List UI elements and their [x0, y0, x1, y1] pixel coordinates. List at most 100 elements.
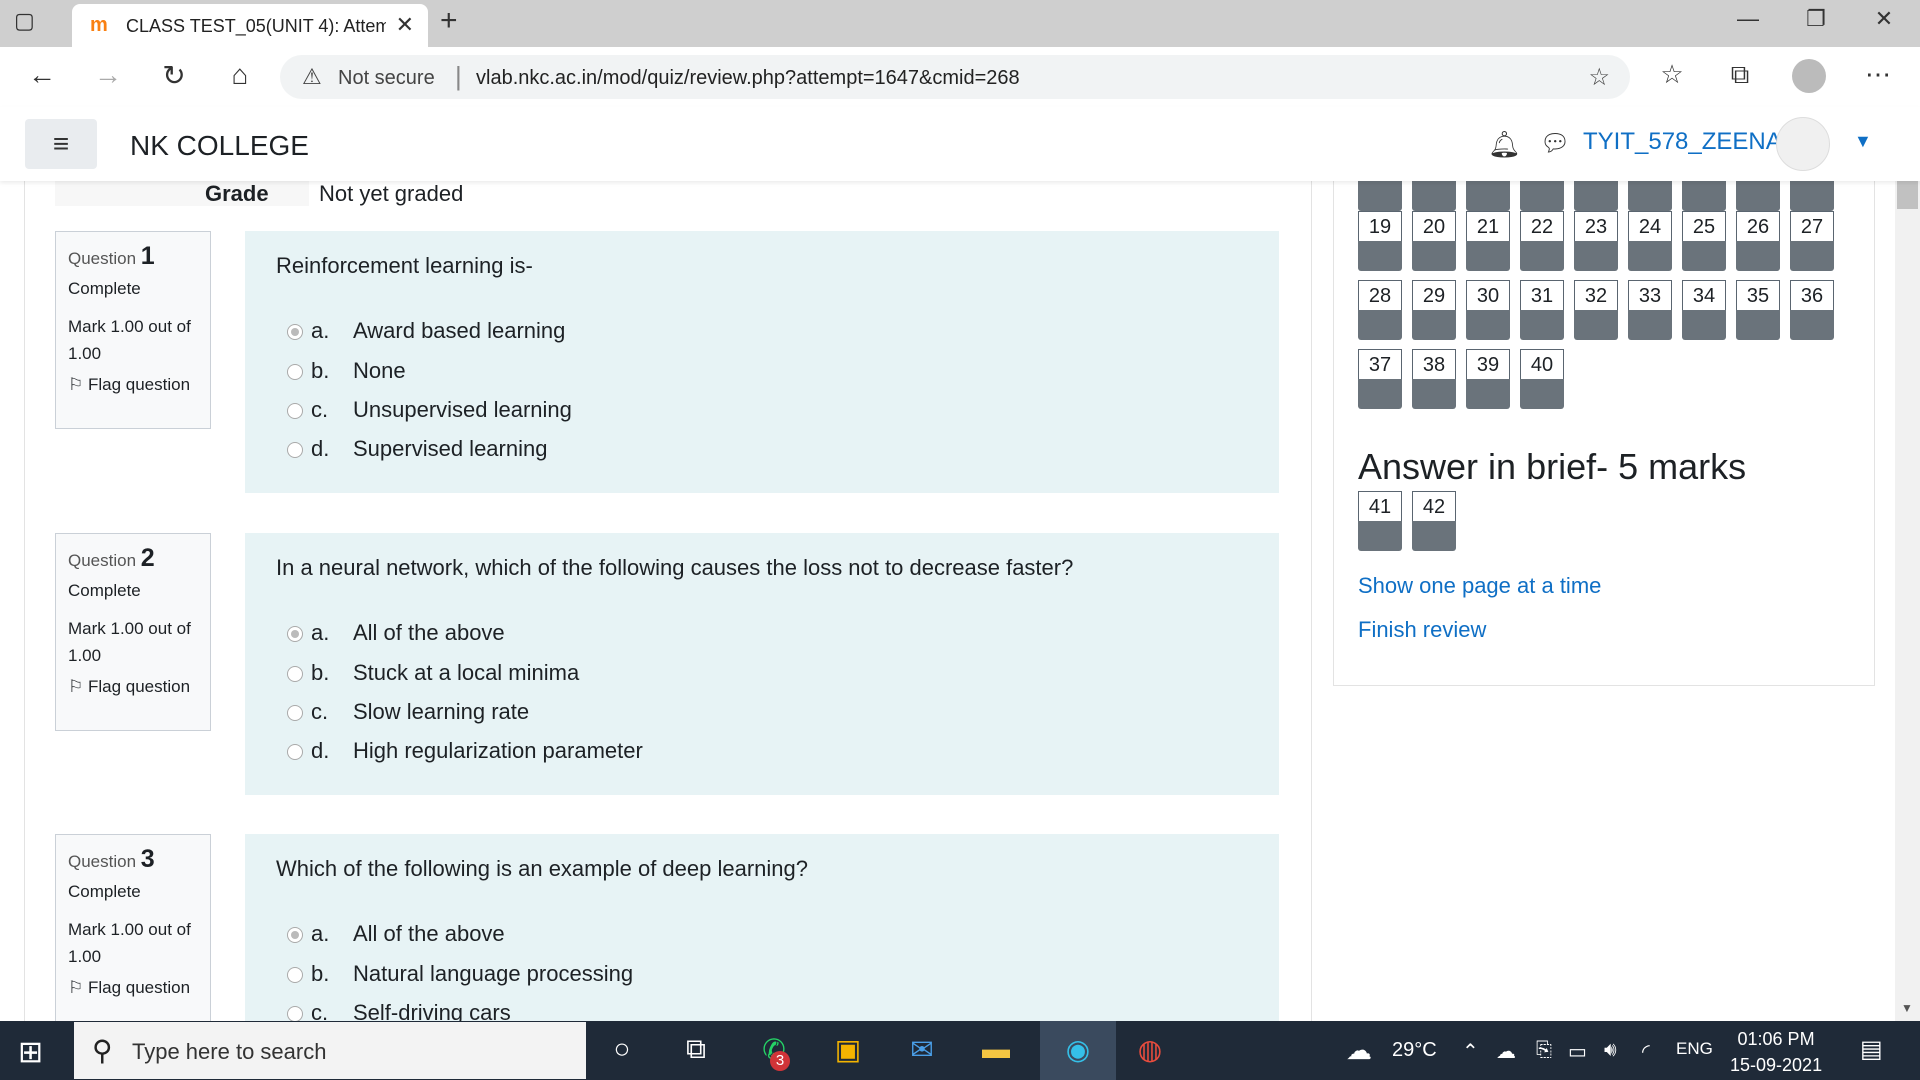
radio-button[interactable] [287, 744, 303, 760]
quiz-nav-button[interactable]: 22 [1520, 211, 1564, 271]
finish-review-link[interactable]: Finish review [1358, 617, 1486, 643]
browser-tab[interactable]: m CLASS TEST_05(UNIT 4): Attempt ✕ [72, 4, 428, 47]
home-icon[interactable]: ⌂ [220, 59, 260, 91]
meet-now-icon[interactable]: ⎘ [1536, 1039, 1552, 1062]
quiz-nav-button[interactable]: 38 [1412, 349, 1456, 409]
quiz-nav-button[interactable]: 34 [1682, 280, 1726, 340]
quiz-nav-button[interactable]: 25 [1682, 211, 1726, 271]
menu-icon[interactable]: ≡ [25, 119, 97, 169]
temperature[interactable]: 29°C [1392, 1039, 1437, 1062]
question-content: In a neural network, which of the follow… [245, 533, 1279, 795]
tab-actions-icon[interactable]: ▢ [14, 8, 35, 34]
question-status: Complete [68, 581, 141, 600]
more-icon[interactable]: ⋯ [1858, 59, 1898, 90]
radio-button[interactable] [287, 967, 303, 983]
question-info: Question 1 Complete Mark 1.00 out of 1.00… [55, 231, 211, 429]
chrome-icon[interactable]: ◍ [1122, 1033, 1178, 1066]
question-text: In a neural network, which of the follow… [276, 555, 1074, 580]
radio-button[interactable] [287, 364, 303, 380]
radio-button[interactable] [287, 1006, 303, 1021]
clock[interactable]: 01:06 PM 15-09-2021 [1730, 1026, 1822, 1078]
radio-button[interactable] [287, 403, 303, 419]
user-avatar[interactable] [1776, 117, 1830, 171]
question-text: Which of the following is an example of … [276, 856, 808, 881]
site-name[interactable]: NK COLLEGE [130, 130, 309, 162]
close-tab-icon[interactable]: ✕ [396, 12, 414, 38]
cortana-icon[interactable]: ○ [594, 1033, 650, 1065]
radio-button[interactable] [287, 442, 303, 458]
quiz-nav-button[interactable]: 26 [1736, 211, 1780, 271]
weather-icon[interactable]: ☁ [1346, 1035, 1372, 1066]
security-label: Not secure [338, 67, 435, 89]
profile-avatar[interactable] [1792, 59, 1826, 93]
restore-icon[interactable]: ❐ [1796, 6, 1836, 32]
mail-icon[interactable]: ✉ [894, 1033, 950, 1066]
forward-icon[interactable]: → [88, 59, 128, 91]
refresh-icon[interactable]: ↻ [154, 59, 194, 92]
show-one-page-link[interactable]: Show one page at a time [1358, 573, 1601, 599]
quiz-nav-button[interactable]: 23 [1574, 211, 1618, 271]
scroll-down-icon[interactable]: ▼ [1901, 1001, 1913, 1015]
radio-button[interactable] [287, 927, 303, 943]
tab-title: CLASS TEST_05(UNIT 4): Attempt [126, 16, 386, 36]
windows-taskbar: ⊞ ⚲ Type here to search ○ ⧉ ✆ 3 ▣ ✉ ▬ ◉ … [0, 1021, 1920, 1080]
wifi-icon[interactable]: ◜ [1642, 1039, 1650, 1064]
edge-icon[interactable]: ◉ [1050, 1033, 1106, 1066]
quiz-nav-button[interactable]: 29 [1412, 280, 1456, 340]
quiz-nav-button[interactable]: 42 [1412, 491, 1456, 551]
page-scrollbar[interactable]: ▲ ▼ [1895, 107, 1920, 1021]
chevron-up-icon[interactable]: ⌃ [1462, 1039, 1479, 1064]
quiz-nav-button[interactable]: 39 [1466, 349, 1510, 409]
quiz-nav-button[interactable]: 36 [1790, 280, 1834, 340]
flag-question-button[interactable]: ⚐ Flag question [68, 375, 210, 395]
radio-button[interactable] [287, 666, 303, 682]
quiz-nav-button[interactable]: 24 [1628, 211, 1672, 271]
file-explorer-icon[interactable]: ▬ [968, 1033, 1024, 1065]
quiz-nav-button[interactable]: 41 [1358, 491, 1402, 551]
search-placeholder: Type here to search [132, 1039, 327, 1064]
flag-question-button[interactable]: ⚐ Flag question [68, 978, 210, 998]
store-icon[interactable]: ▣ [820, 1033, 876, 1066]
quiz-nav-button[interactable]: 32 [1574, 280, 1618, 340]
user-name[interactable]: TYIT_578_ZEENAT . [1583, 128, 1808, 156]
question-text: Reinforcement learning is- [276, 253, 533, 278]
onedrive-icon[interactable]: ☁ [1496, 1039, 1516, 1064]
collections-icon[interactable]: ⧉ [1720, 59, 1760, 91]
add-favorite-icon[interactable]: ☆ [1588, 63, 1610, 92]
url-text: vlab.nkc.ac.in/mod/quiz/review.php?attem… [476, 67, 1020, 89]
notification-center-icon[interactable]: ▤ [1860, 1035, 1883, 1064]
question-status: Complete [68, 882, 141, 901]
quiz-nav-button[interactable]: 33 [1628, 280, 1672, 340]
taskbar-search[interactable]: ⚲ Type here to search [74, 1022, 586, 1079]
quiz-nav-button[interactable]: 27 [1790, 211, 1834, 271]
quiz-nav-button[interactable]: 37 [1358, 349, 1402, 409]
chevron-down-icon[interactable]: ▼ [1854, 131, 1872, 152]
close-window-icon[interactable]: ✕ [1864, 6, 1904, 32]
quiz-nav-button[interactable]: 31 [1520, 280, 1564, 340]
windows-start-icon[interactable]: ⊞ [18, 1035, 43, 1070]
messages-icon[interactable]: 💬︎ [1540, 129, 1570, 158]
question-mark: Mark 1.00 out of 1.00 [68, 920, 191, 966]
search-icon: ⚲ [92, 1035, 113, 1066]
quiz-nav-button[interactable]: 20 [1412, 211, 1456, 271]
radio-button[interactable] [287, 324, 303, 340]
quiz-nav-button[interactable]: 19 [1358, 211, 1402, 271]
quiz-nav-button[interactable]: 40 [1520, 349, 1564, 409]
task-view-icon[interactable]: ⧉ [668, 1033, 724, 1066]
back-icon[interactable]: ← [22, 59, 62, 91]
radio-button[interactable] [287, 626, 303, 642]
url-bar[interactable]: ⚠ Not secure | vlab.nkc.ac.in/mod/quiz/r… [280, 55, 1630, 99]
notifications-icon[interactable]: 🔔︎ [1488, 129, 1521, 160]
minimize-icon[interactable]: — [1728, 6, 1768, 32]
radio-button[interactable] [287, 705, 303, 721]
language-indicator[interactable]: ENG [1676, 1039, 1713, 1059]
new-tab-icon[interactable]: + [440, 4, 458, 38]
quiz-nav-button[interactable]: 35 [1736, 280, 1780, 340]
volume-icon[interactable]: 🔊︎ [1604, 1039, 1617, 1062]
quiz-nav-button[interactable]: 28 [1358, 280, 1402, 340]
favorites-icon[interactable]: ☆ [1652, 59, 1692, 90]
flag-question-button[interactable]: ⚐ Flag question [68, 677, 210, 697]
quiz-nav-button[interactable]: 30 [1466, 280, 1510, 340]
quiz-nav-button[interactable]: 21 [1466, 211, 1510, 271]
battery-icon[interactable]: ▭ [1568, 1039, 1587, 1064]
